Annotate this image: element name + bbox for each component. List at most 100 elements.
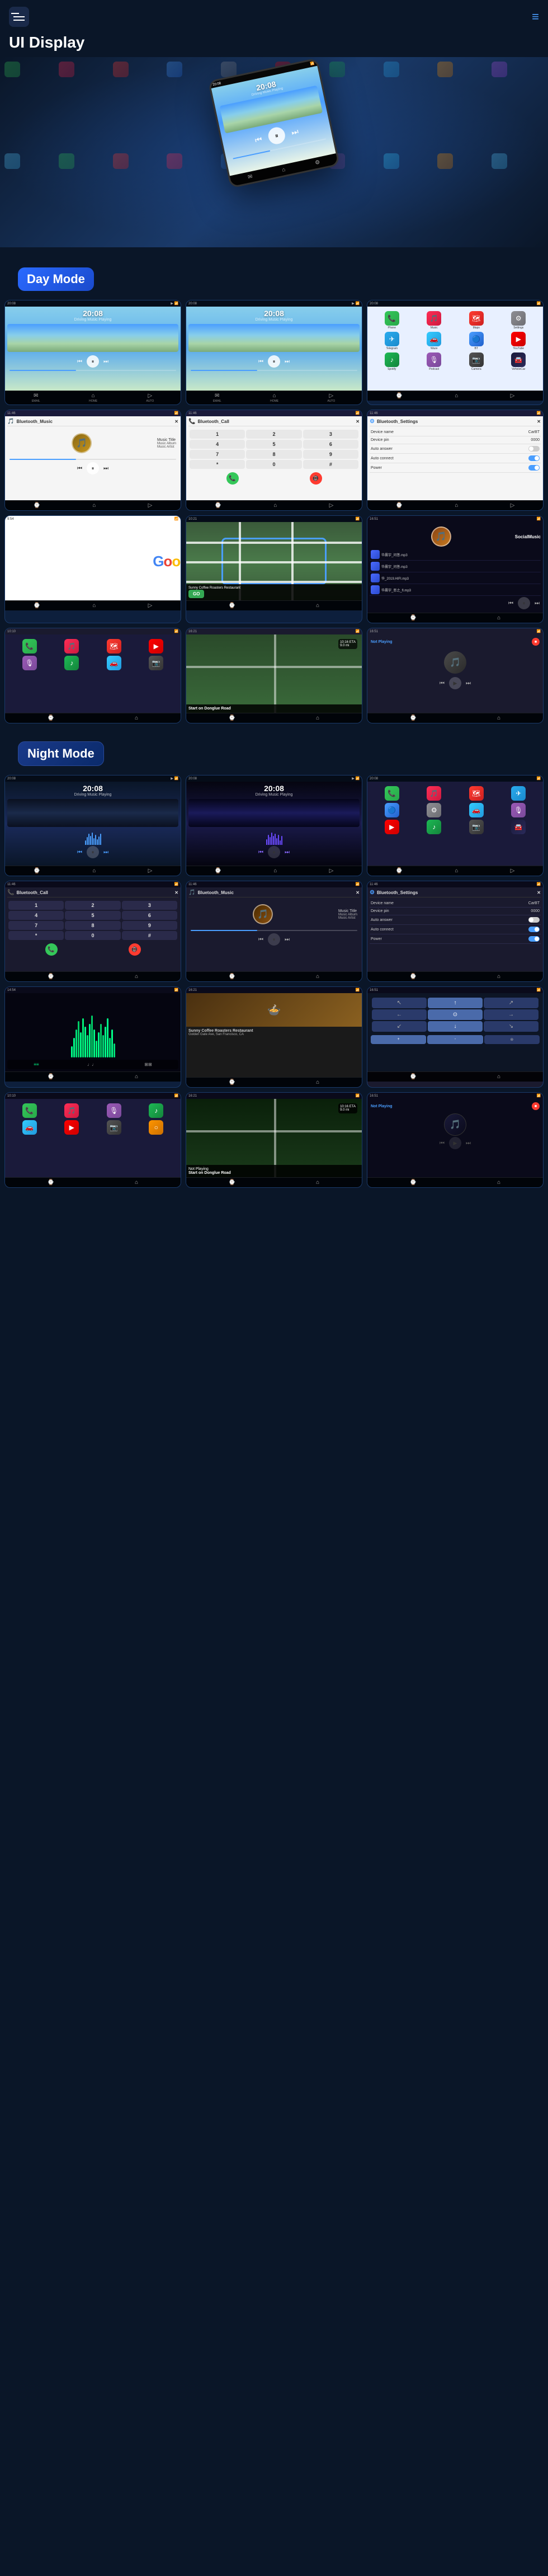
n-power-toggle[interactable] [528,936,540,942]
app-youtube[interactable]: ▶ YouTube [499,332,539,350]
n-bt-call-close[interactable]: ✕ [174,890,178,895]
play-btn-1[interactable]: ⏸ [87,355,99,368]
nav-item-2[interactable]: ⌂ [455,393,458,399]
n-nav-zoom-out[interactable]: - [427,1035,483,1044]
play-btn-2[interactable]: ⏸ [268,355,280,368]
app-spotify[interactable]: ♪ Spotify [372,352,412,371]
app-carplay[interactable]: 🚘 VehicleCar [499,352,539,371]
n-dial-7[interactable]: 7 [8,921,64,930]
n-dial-4[interactable]: 4 [8,911,64,920]
sm-play[interactable]: ⏸ [518,597,530,609]
d-app-camera[interactable]: 📷 [136,656,177,670]
sm-item-3[interactable]: 华_2019.HIFI.mp3 [370,572,541,584]
n-bn-8-1[interactable]: ⌚ [229,1079,235,1085]
n-dial-1[interactable]: 1 [8,901,64,910]
bn-5-2[interactable]: ⌂ [273,502,277,509]
app-maps[interactable]: 🗺 Maps [456,311,497,330]
d-app-podcast[interactable]: 🎙 [10,656,50,670]
bn-11-2[interactable]: ⌂ [316,715,319,721]
n-bn-4-1[interactable]: ⌚ [48,974,54,980]
n-next-1[interactable]: ⏭ [103,849,108,855]
bn-6-1[interactable]: ⌚ [396,502,403,509]
n-app-telegram[interactable]: ✈ [499,786,539,801]
bn-7-2[interactable]: ⌂ [92,603,96,609]
n-dial-5[interactable]: 5 [65,911,120,920]
n-nav-btn-bl[interactable]: ↙ [372,1021,427,1032]
sm-prev[interactable]: ⏮ [508,600,513,607]
n-bt-prev[interactable]: ⏮ [258,937,263,943]
n-bn-8-2[interactable]: ⌂ [316,1079,319,1085]
app-waze[interactable]: 🚗 Waze [414,332,455,350]
n-app-camera[interactable]: 📷 [456,820,497,834]
n-auto-connect-toggle[interactable] [528,927,540,932]
dial-9[interactable]: 9 [303,450,358,459]
power-toggle[interactable] [528,465,540,471]
n-dial-star[interactable]: * [8,931,64,940]
dial-star[interactable]: * [190,460,245,469]
dial-7[interactable]: 7 [190,450,245,459]
n-settings-close[interactable]: ✕ [537,890,541,895]
n-dial-8[interactable]: 8 [65,921,120,930]
prev-btn-1[interactable]: ⏮ [77,359,82,365]
next-btn-1[interactable]: ⏭ [103,359,108,365]
n-bn-2-2[interactable]: ⌂ [273,868,277,874]
n-bn-7-1[interactable]: ⌚ [48,1074,54,1080]
n-dial-hash[interactable]: # [122,931,177,940]
n-bn-10-1[interactable]: ⌚ [48,1179,54,1186]
d-app-phone[interactable]: 📞 [10,639,50,654]
n2-app-youtube[interactable]: ▶ [52,1120,92,1135]
n-dial-2[interactable]: 2 [65,901,120,910]
n2-app-orange[interactable]: ○ [136,1120,177,1135]
n-bt-music-close[interactable]: ✕ [356,890,360,895]
n-nav-btn-b[interactable]: ↓ [428,1021,483,1032]
bt-settings-close[interactable]: ✕ [537,419,541,424]
dial-1[interactable]: 1 [190,430,245,439]
np-play[interactable]: ▶ [449,677,461,689]
bt-next[interactable]: ⏭ [103,466,108,472]
n-app-bt[interactable]: 🔵 [372,803,412,817]
n-bn-9-2[interactable]: ⌂ [497,1074,500,1080]
n2-app-camera[interactable]: 📷 [94,1120,134,1135]
nav-auto-2[interactable]: ▷AUTO [327,393,335,403]
nav-menu-icon[interactable]: ≡ [532,10,539,24]
np-prev[interactable]: ⏮ [440,680,445,687]
n-np-stop[interactable]: ■ [532,1102,540,1110]
nav-home-1[interactable]: ⌂HOME [89,393,97,403]
d-app-spotify[interactable]: ♪ [52,656,92,670]
bt-prev[interactable]: ⏮ [77,466,82,472]
dial-4[interactable]: 4 [190,440,245,449]
n2-app-music[interactable]: 🎵 [52,1103,92,1118]
bn-5-3[interactable]: ▷ [329,502,334,509]
nav-email-2[interactable]: ✉EMAIL [213,393,221,403]
n-app-phone[interactable]: 📞 [372,786,412,801]
n-bt-play[interactable]: ⏸ [268,933,280,946]
tablet-nav-home[interactable]: ⌂ [281,167,286,173]
bn-4-3[interactable]: ▷ [148,502,153,509]
nav-item-1[interactable]: ⌚ [396,393,403,399]
auto-answer-toggle[interactable] [528,446,540,452]
n-app-carplay[interactable]: 🚘 [499,820,539,834]
n-nav-btn-t[interactable]: ↑ [428,998,483,1008]
n-bn-3-2[interactable]: ⌂ [455,868,458,874]
n-dial-0[interactable]: 0 [65,931,120,940]
n-bn-6-1[interactable]: ⌚ [410,974,417,980]
n-nav-btn-l[interactable]: ← [372,1009,427,1020]
app-music[interactable]: 🎵 Music [414,311,455,330]
menu-icon[interactable] [9,7,29,27]
dial-5[interactable]: 5 [246,440,301,449]
app-bt[interactable]: 🔵 BT [456,332,497,350]
bn-8-1[interactable]: ⌚ [229,603,235,609]
n-prev-2[interactable]: ⏮ [258,849,263,855]
n-bn-9-1[interactable]: ⌚ [410,1074,417,1080]
n-call-btn[interactable]: 📞 [45,943,58,956]
n-np-prev[interactable]: ⏮ [440,1140,445,1146]
tablet-nav-email[interactable]: ✉ [247,173,253,181]
call-btn[interactable]: 📞 [226,472,239,485]
nav-home-2[interactable]: ⌂HOME [270,393,278,403]
bt-call-close[interactable]: ✕ [356,419,360,424]
n-app-music[interactable]: 🎵 [414,786,455,801]
n-bt-next[interactable]: ⏭ [285,937,290,943]
n-play-1[interactable]: ⏸ [87,846,99,858]
n-bn-2-3[interactable]: ▷ [329,868,334,874]
app-phone[interactable]: 📞 Phone [372,311,412,330]
